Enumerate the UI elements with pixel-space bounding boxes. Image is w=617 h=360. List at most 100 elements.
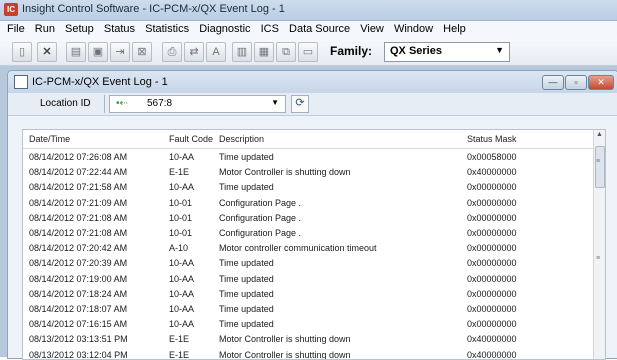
refresh-button[interactable]: ⟳: [291, 95, 309, 113]
export-icon[interactable]: ⊠: [132, 42, 152, 62]
chart-icon[interactable]: ▥: [232, 42, 252, 62]
child-title-bar: IC-PCM-x/QX Event Log - 1 — ▫ ✕: [8, 71, 617, 93]
column-header-datetime[interactable]: Date/Time: [29, 134, 70, 144]
import-icon[interactable]: ⇥: [110, 42, 130, 62]
scroll-up-icon[interactable]: ▲: [596, 131, 603, 138]
menu-diagnostic[interactable]: Diagnostic: [199, 21, 250, 35]
cell-status-mask: 0x00000000: [467, 243, 517, 254]
cell-fault-code: 10-AA: [169, 273, 195, 284]
cell-fault-code: E-1E: [169, 334, 190, 345]
cell-status-mask: 0x00000000: [467, 228, 517, 238]
table-row[interactable]: 08/13/2012 03:12:04 PM E-1E Motor Controll…: [23, 348, 593, 360]
window-tile-icon[interactable]: ▭: [298, 42, 318, 62]
cell-status-mask: 0x00000000: [467, 288, 517, 299]
menu-status[interactable]: Status: [104, 21, 135, 35]
table-row[interactable]: 08/14/2012 07:20:39 AM 10-AA Time updated 0…: [23, 256, 593, 271]
table-row[interactable]: 08/14/2012 07:22:44 AM E-1E Motor Controll…: [23, 165, 593, 180]
cell-fault-code: E-1E: [169, 349, 190, 360]
cell-fault-code: 10-AA: [169, 152, 195, 162]
table-row[interactable]: 08/14/2012 07:18:07 AM 10-AA Time updated 0…: [23, 302, 593, 317]
new-icon[interactable]: ▯: [12, 42, 32, 62]
grid-icon[interactable]: ▦: [254, 42, 274, 62]
cell-status-mask: 0x00058000: [467, 152, 517, 162]
transfer-icon[interactable]: ⇄: [184, 42, 204, 62]
cell-description: Time updated: [219, 182, 274, 193]
family-select[interactable]: QX Series ▼: [384, 42, 510, 62]
menu-help[interactable]: Help: [443, 21, 466, 35]
cell-fault-code: 10-01: [169, 228, 193, 238]
cell-fault-code: 10-AA: [169, 304, 195, 314]
cell-description: Motor Controller is shutting down: [219, 167, 351, 178]
column-header-fault-code[interactable]: Fault Code: [169, 134, 213, 144]
cell-datetime: 08/14/2012 07:20:42 AM: [29, 243, 128, 254]
font-icon[interactable]: A: [206, 42, 226, 62]
menu-bar: File Run Setup Status Statistics Diagnos…: [0, 21, 617, 39]
table-row[interactable]: 08/14/2012 07:21:58 AM 10-AA Time updated 0…: [23, 180, 593, 195]
location-label: Location ID: [40, 98, 91, 109]
table-row[interactable]: 08/13/2012 03:13:51 PM E-1E Motor Controll…: [23, 332, 593, 347]
close-button[interactable]: ✕: [588, 75, 614, 90]
cell-datetime: 08/14/2012 07:21:08 AM: [29, 212, 128, 223]
menu-ics[interactable]: ICS: [261, 21, 279, 35]
table-row[interactable]: 08/14/2012 07:20:42 AM A-10 Motor controll…: [23, 241, 593, 256]
open-folder-icon[interactable]: ▤: [66, 42, 86, 62]
cell-description: Motor Controller is shutting down: [219, 349, 351, 360]
cell-datetime: 08/13/2012 03:13:51 PM: [29, 334, 128, 345]
menu-view[interactable]: View: [360, 21, 384, 35]
cell-fault-code: 10-AA: [169, 182, 195, 193]
location-select[interactable]: •⇠ 567:8 ▼: [109, 95, 286, 113]
table-row[interactable]: 08/14/2012 07:21:09 AM 10-01 Configuration…: [23, 196, 593, 211]
close-icon[interactable]: ✕: [37, 42, 57, 62]
cell-fault-code: 10-AA: [169, 258, 195, 269]
table-row[interactable]: 08/14/2012 07:16:15 AM 10-AA Time updated 0…: [23, 317, 593, 332]
menu-window[interactable]: Window: [394, 21, 433, 35]
event-table[interactable]: Date/Time Fault Code Description Status …: [22, 129, 606, 360]
cell-fault-code: 10-AA: [169, 319, 195, 330]
grip-icon: ≡: [596, 158, 601, 165]
cell-description: Motor controller communication timeout: [219, 243, 377, 254]
table-row[interactable]: 08/14/2012 07:26:08 AM 10-AA Time updated 0…: [23, 150, 593, 165]
cell-description: Time updated: [219, 273, 274, 284]
cell-fault-code: 10-01: [169, 197, 193, 208]
restore-button[interactable]: ▫: [565, 75, 587, 90]
menu-statistics[interactable]: Statistics: [145, 21, 189, 35]
column-header-description[interactable]: Description: [219, 134, 264, 144]
family-label: Family:: [330, 44, 373, 58]
cell-datetime: 08/14/2012 07:18:07 AM: [29, 304, 128, 314]
cell-status-mask: 0x00000000: [467, 212, 517, 223]
menu-file[interactable]: File: [7, 21, 25, 35]
child-title: IC-PCM-x/QX Event Log - 1: [32, 76, 168, 88]
cell-datetime: 08/14/2012 07:21:08 AM: [29, 228, 128, 238]
cell-status-mask: 0x00000000: [467, 304, 517, 314]
cell-description: Configuration Page .: [219, 212, 302, 223]
cell-datetime: 08/14/2012 07:21:58 AM: [29, 182, 128, 193]
table-row[interactable]: 08/14/2012 07:21:08 AM 10-01 Configuration…: [23, 226, 593, 241]
cell-description: Time updated: [219, 152, 274, 162]
cell-datetime: 08/14/2012 07:19:00 AM: [29, 273, 128, 284]
table-row[interactable]: 08/14/2012 07:19:00 AM 10-AA Time updated 0…: [23, 272, 593, 287]
cell-datetime: 08/14/2012 07:20:39 AM: [29, 258, 128, 269]
scroll-thumb[interactable]: [595, 146, 605, 188]
menu-setup[interactable]: Setup: [65, 21, 94, 35]
minimize-button[interactable]: —: [542, 75, 564, 90]
copy-icon[interactable]: ⧉: [276, 42, 296, 62]
cell-fault-code: 10-01: [169, 212, 193, 223]
app-title-bar: IC Insight Control Software - IC-PCM-x/Q…: [0, 0, 617, 21]
chevron-down-icon: ▼: [495, 45, 504, 55]
menu-data-source[interactable]: Data Source: [289, 21, 350, 35]
location-bar: Location ID •⇠ 567:8 ▼ ⟳: [8, 93, 617, 116]
table-row[interactable]: 08/14/2012 07:21:08 AM 10-01 Configuration…: [23, 211, 593, 226]
cell-fault-code: E-1E: [169, 167, 190, 178]
column-header-status-mask[interactable]: Status Mask: [467, 134, 517, 144]
window-icon: [14, 75, 28, 89]
cell-datetime: 08/14/2012 07:21:09 AM: [29, 197, 128, 208]
menu-run[interactable]: Run: [35, 21, 55, 35]
table-row[interactable]: 08/14/2012 07:18:24 AM 10-AA Time updated 0…: [23, 287, 593, 302]
vertical-scrollbar[interactable]: ▲ ≡ ≡: [593, 130, 605, 359]
chevron-down-icon: ▼: [271, 98, 279, 107]
cell-description: Configuration Page .: [219, 197, 302, 208]
cell-status-mask: 0x00000000: [467, 258, 517, 269]
cell-datetime: 08/14/2012 07:22:44 AM: [29, 167, 128, 178]
print-icon[interactable]: ⎙: [162, 42, 182, 62]
save-icon[interactable]: ▣: [88, 42, 108, 62]
